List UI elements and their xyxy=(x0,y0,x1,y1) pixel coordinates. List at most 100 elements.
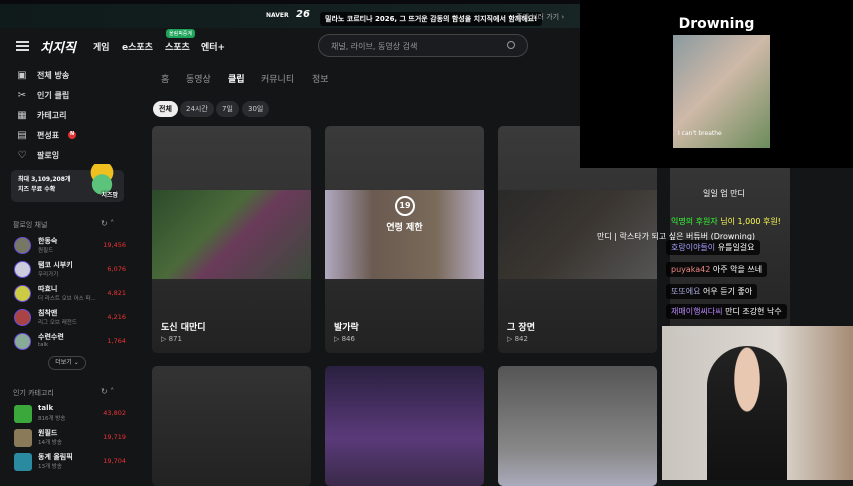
view-count: ▷ 842 xyxy=(507,335,528,343)
clip-card[interactable] xyxy=(498,366,657,486)
channel-name: 한동숙 xyxy=(38,237,58,245)
tab-clips[interactable]: 클립 xyxy=(228,72,245,85)
clip-thumbnail: 19 연령 제한 xyxy=(325,190,484,279)
age-restricted-label: 연령 제한 xyxy=(386,223,423,233)
filter-7d[interactable]: 7일 xyxy=(216,101,239,117)
channel-item[interactable]: 따효니더 라스트 오브 어스 파... 4,821 xyxy=(14,284,126,304)
chat-message: 호랑이야들이 유틀일걸요 xyxy=(666,240,760,255)
broadcast-count: 14개 방송 xyxy=(38,440,62,446)
tab-community[interactable]: 커뮤니티 xyxy=(261,72,294,85)
category-title: 인기 카테고리 xyxy=(13,389,54,397)
sidebar-item-label: 카테고리 xyxy=(37,110,67,120)
chat-user: 호랑이야들이 xyxy=(671,243,716,252)
channel-category: 더 라스트 오브 어스 파... xyxy=(38,296,96,302)
chat-message: puyaka42 아주 악을 쓰네 xyxy=(666,262,768,277)
viewer-count: 4,216 xyxy=(107,313,126,321)
streamer xyxy=(707,346,787,480)
chat-user: 또또에요 xyxy=(671,287,701,296)
nav-esports[interactable]: e스포츠 xyxy=(122,40,153,53)
refresh-icon[interactable]: ↻ ˄ xyxy=(101,387,114,396)
channel-name: 침착맨 xyxy=(38,309,58,317)
avatar xyxy=(14,261,31,278)
chat-overlay: 일일 업 만디 익명의 후원자 님이 1,000 후원! 만디 | 락스타가 되… xyxy=(597,186,853,326)
sidebar-item-label: 편성표 xyxy=(37,130,60,140)
nav-game[interactable]: 게임 xyxy=(93,40,110,53)
channel-item[interactable]: 수련수련 talk 1,764 xyxy=(14,332,126,352)
channel-item[interactable]: 침착맨 리그 오브 레전드 4,216 xyxy=(14,308,126,328)
nav-enter[interactable]: 엔터+ xyxy=(201,40,225,53)
channel-category: 우리가기 xyxy=(38,272,59,278)
banner-message: 밀라노 코르티나 2026, 그 뜨거운 감동의 함성을 치지직에서 함께해요! xyxy=(320,12,543,26)
chat-message: 일일 업 만디 xyxy=(698,186,750,201)
sidebar-item-label: 팔로잉 xyxy=(37,150,60,160)
clip-card[interactable] xyxy=(152,366,311,486)
banner-link[interactable]: 중계 보러 가기 › xyxy=(516,12,564,22)
cheese-promo[interactable]: 최대 3,109,208개 치즈 무료 수확 치즈팜 xyxy=(11,164,124,202)
new-badge: N xyxy=(68,131,77,139)
sidebar-item-live[interactable]: ▣ 전체 방송 xyxy=(16,68,69,82)
clip-thumbnail xyxy=(152,190,311,279)
chat-message: 재매이행씨다씨 만디 조강현 낙수 xyxy=(666,304,787,319)
song-overlay: Drowning I can't breathe xyxy=(580,0,853,168)
clip-card[interactable]: 도신 대만디 ▷ 871 xyxy=(152,126,311,353)
brand-logo[interactable]: 치지직 xyxy=(40,37,76,56)
viewer-count: 43,802 xyxy=(103,409,126,417)
chat-message: 또또에요 어우 듣기 좋아 xyxy=(666,284,758,299)
view-count: ▷ 871 xyxy=(161,335,182,343)
heart-icon: ♡ xyxy=(17,149,27,161)
live-icon: ▣ xyxy=(17,69,27,81)
category-item[interactable]: 원필드 14개 방송 19,719 xyxy=(14,428,126,448)
channel-item[interactable]: 탬코 시부키 우리가기 6,076 xyxy=(14,260,126,280)
search-icon[interactable] xyxy=(507,41,515,49)
sidebar-item-clips[interactable]: ✂ 인기 클립 xyxy=(16,88,69,102)
olympic-logo: 26 xyxy=(296,9,310,20)
search-placeholder: 채널, 라이브, 동영상 검색 xyxy=(331,42,418,51)
channel-item[interactable]: 한동숙 원필드 19,456 xyxy=(14,236,126,256)
sidebar-item-label: 인기 클립 xyxy=(37,90,70,100)
category-item[interactable]: talk 816개 방송 43,802 xyxy=(14,404,126,424)
viewer-count: 19,704 xyxy=(103,457,126,465)
chat-text: 겨우발톱 xyxy=(676,329,706,338)
broadcast-count: 13개 방송 xyxy=(38,464,62,470)
clip-card[interactable]: 19 연령 제한 발가락 ▷ 846 xyxy=(325,126,484,353)
viewer-count: 4,821 xyxy=(107,289,126,297)
clip-card[interactable] xyxy=(325,366,484,486)
nav-sports[interactable]: 스포츠 xyxy=(165,40,190,53)
song-title: Drowning xyxy=(678,16,755,32)
more-button[interactable]: 더보기 ⌄ xyxy=(48,356,86,370)
tab-videos[interactable]: 동영상 xyxy=(186,72,211,85)
chat-text: 어우 듣기 좋아 xyxy=(703,287,753,296)
naver-logo: NAVER xyxy=(266,12,289,19)
filter-24h[interactable]: 24시간 xyxy=(180,101,214,117)
age-restricted-icon: 19 xyxy=(395,196,415,216)
category-thumb xyxy=(14,453,32,471)
viewer-count: 19,456 xyxy=(103,241,126,249)
filter-30d[interactable]: 30일 xyxy=(242,101,270,117)
search-input[interactable]: 채널, 라이브, 동영상 검색 xyxy=(318,34,528,57)
chat-text: 일일 업 만디 xyxy=(703,189,745,198)
channel-name: 따효니 xyxy=(38,285,58,293)
calendar-icon: ▤ xyxy=(17,129,27,141)
chat-text: 아주 악을 쓰네 xyxy=(712,265,763,274)
chat-text: 님이 1,000 후원! xyxy=(720,217,781,226)
category-item[interactable]: 동계 올림픽 13개 방송 19,704 xyxy=(14,452,126,472)
category-icon: ▦ xyxy=(17,109,27,121)
avatar xyxy=(14,309,31,326)
category-name: 원필드 xyxy=(38,429,58,437)
filter-all[interactable]: 전체 xyxy=(153,101,178,117)
avatar xyxy=(14,333,31,350)
tab-info[interactable]: 정보 xyxy=(312,72,329,85)
menu-icon[interactable] xyxy=(16,41,29,51)
tab-home[interactable]: 홈 xyxy=(161,72,169,85)
view-count: ▷ 846 xyxy=(334,335,355,343)
avatar xyxy=(14,285,31,302)
channel-name: 탬코 시부키 xyxy=(38,261,73,269)
category-name: 동계 올림픽 xyxy=(38,453,73,461)
sidebar-item-category[interactable]: ▦ 카테고리 xyxy=(16,108,66,122)
sidebar-item-following[interactable]: ♡ 팔로잉 xyxy=(16,148,60,162)
sidebar-item-schedule[interactable]: ▤ 편성표 N xyxy=(16,128,77,142)
following-title: 팔로잉 채널 xyxy=(13,221,48,229)
refresh-icon[interactable]: ↻ ˄ xyxy=(101,219,114,228)
clip-title: 그 장면 xyxy=(507,323,535,333)
broadcast-count: 816개 방송 xyxy=(38,416,66,422)
